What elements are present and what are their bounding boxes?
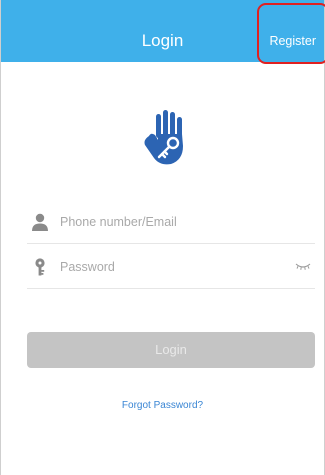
register-highlight-box [257, 3, 325, 64]
login-button[interactable]: Login [27, 332, 315, 368]
phone-email-input[interactable] [60, 212, 280, 232]
eye-closed-icon[interactable] [295, 261, 311, 271]
login-screen: Login Register Phone number/Email Login … [0, 0, 325, 475]
key-icon [35, 258, 45, 276]
user-icon [32, 213, 48, 231]
password-row [27, 245, 315, 289]
hand-key-logo-icon [144, 110, 183, 165]
phone-email-row [27, 200, 315, 244]
forgot-password-link[interactable]: Forgot Password? [0, 399, 325, 413]
password-input[interactable] [60, 257, 280, 277]
